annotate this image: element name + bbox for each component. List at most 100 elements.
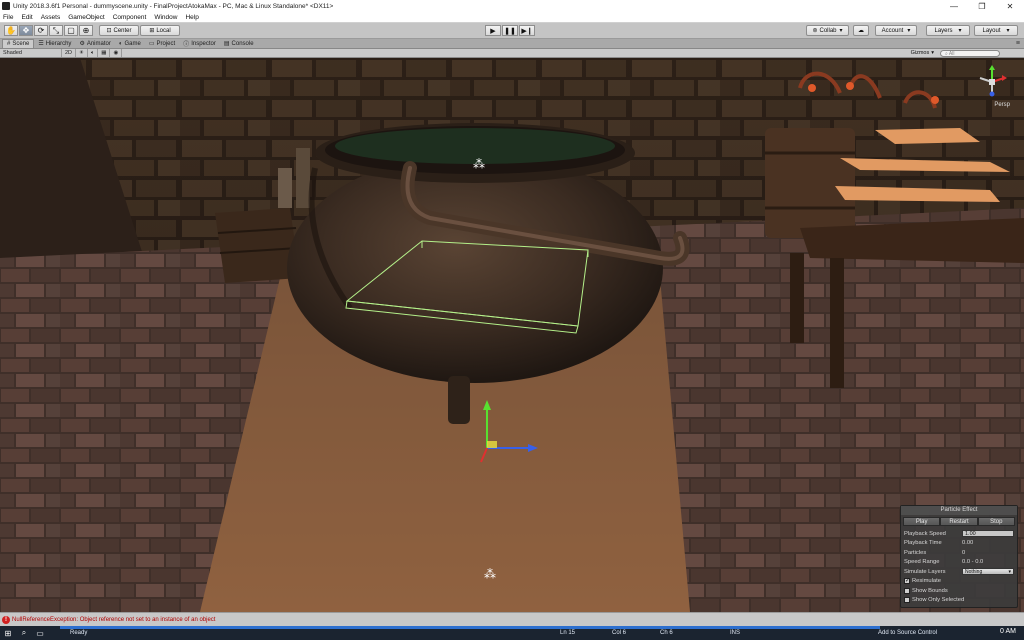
rotate-tool-button[interactable]: ⟳ bbox=[34, 25, 48, 36]
panel-menu-icon[interactable]: ≡ bbox=[1016, 40, 1020, 47]
particle-play-button[interactable]: Play bbox=[903, 517, 941, 526]
toggle-2d-button[interactable]: 2D bbox=[62, 49, 77, 57]
tab-hierarchy[interactable]: ☰ Hierarchy bbox=[34, 39, 75, 48]
playback-speed-field[interactable]: 1.00 bbox=[962, 530, 1014, 538]
menu-gameobject[interactable]: GameObject bbox=[68, 14, 105, 21]
orientation-gizmo[interactable]: Persp bbox=[970, 64, 1010, 108]
simulate-layers-dropdown[interactable]: Nothing bbox=[962, 568, 1014, 576]
pivot-center-toggle[interactable]: ⊡ Center bbox=[99, 25, 139, 36]
task-view-icon: ▭ bbox=[36, 628, 44, 638]
tab-project[interactable]: ▭ Project bbox=[145, 39, 179, 48]
tab-scene[interactable]: # Scene bbox=[2, 39, 35, 48]
tab-inspector[interactable]: ⓘ Inspector bbox=[179, 39, 220, 49]
space-local-toggle[interactable]: ⊞ Local bbox=[140, 25, 180, 36]
task-view-button[interactable]: ▭ bbox=[32, 626, 48, 640]
taskbar-clock: 0 AM bbox=[1000, 628, 1016, 635]
maximize-button[interactable]: ❐ bbox=[968, 0, 996, 12]
window-controls: — ❐ ✕ bbox=[940, 0, 1024, 12]
scene-render: ⁂ ⁂ bbox=[0, 58, 1024, 612]
show-bounds-row[interactable]: Show Bounds bbox=[901, 586, 1017, 596]
simulate-layers-label: Simulate Layers bbox=[904, 568, 946, 575]
particles-label: Particles bbox=[904, 549, 927, 556]
minimize-button[interactable]: — bbox=[940, 0, 968, 12]
shading-mode-dropdown[interactable]: Shaded bbox=[0, 49, 62, 57]
simulate-layers-row: Simulate Layers Nothing bbox=[901, 567, 1017, 577]
tab-animator[interactable]: ⚙ Animator bbox=[75, 39, 114, 48]
svg-text:⁂: ⁂ bbox=[473, 157, 485, 171]
transform-icon: ⊕ bbox=[82, 26, 90, 35]
tab-game[interactable]: ◐ Game bbox=[115, 39, 145, 48]
scale-icon: ⤡ bbox=[52, 25, 60, 35]
projection-label[interactable]: Persp bbox=[994, 102, 1010, 108]
pivot-icon: ⊡ bbox=[106, 28, 112, 34]
rect-tool-button[interactable]: ▢ bbox=[64, 25, 78, 36]
show-only-selected-row[interactable]: Show Only Selected bbox=[901, 596, 1017, 606]
status-ins: INS bbox=[730, 630, 741, 636]
lighting-toggle[interactable]: ☀ bbox=[76, 49, 88, 57]
add-to-source-control[interactable]: Add to Source Control bbox=[878, 630, 937, 636]
chevron-down-icon: ▾ bbox=[931, 50, 934, 56]
particle-restart-button[interactable]: Restart bbox=[940, 517, 978, 526]
layers-label: Layers bbox=[934, 27, 953, 34]
show-only-selected-label: Show Only Selected bbox=[912, 597, 965, 604]
resimulate-row[interactable]: ✓ Resimulate bbox=[901, 577, 1017, 587]
particle-effect-controls: Play Restart Stop bbox=[903, 517, 1015, 526]
console-status-bar[interactable]: ! NullReferenceException: Object referen… bbox=[0, 612, 1024, 626]
particles-value: 0 bbox=[962, 549, 966, 556]
collab-dropdown[interactable]: ⊚ Collab ▾ bbox=[806, 25, 849, 36]
hidden-objects-toggle[interactable]: ◉ bbox=[110, 49, 123, 57]
space-label: Local bbox=[156, 27, 171, 34]
step-button[interactable]: ▶❙ bbox=[519, 25, 535, 36]
windows-start-button[interactable]: ⊞ bbox=[0, 626, 16, 640]
tab-console[interactable]: ▤ Console bbox=[220, 39, 258, 48]
pivot-label: Center bbox=[113, 27, 132, 34]
tab-label: Scene bbox=[12, 41, 30, 47]
move-tool-button[interactable]: ✥ bbox=[19, 25, 33, 36]
close-button[interactable]: ✕ bbox=[996, 0, 1024, 12]
show-only-selected-checkbox[interactable] bbox=[904, 597, 910, 604]
account-dropdown[interactable]: Account ▾ bbox=[875, 25, 917, 36]
window-title: Unity 2018.3.6f1 Personal - dummyscene.u… bbox=[13, 2, 334, 10]
menu-component[interactable]: Component bbox=[113, 14, 147, 21]
hand-tool-button[interactable]: ✋ bbox=[4, 25, 18, 36]
resimulate-checkbox[interactable]: ✓ bbox=[904, 578, 910, 585]
search-icon: ⌕ bbox=[21, 628, 27, 637]
audio-toggle[interactable]: 🔈︎ bbox=[88, 49, 99, 57]
speed-range-row: Speed Range 0.0 - 0.0 bbox=[901, 558, 1017, 568]
pause-button[interactable]: ❚❚ bbox=[502, 25, 518, 36]
sun-icon: ☀ bbox=[79, 50, 84, 56]
layout-dropdown[interactable]: Layout ▾ bbox=[974, 25, 1018, 36]
tab-label: Hierarchy bbox=[45, 40, 72, 47]
menu-assets[interactable]: Assets bbox=[41, 14, 61, 21]
chevron-down-icon: ▾ bbox=[1006, 28, 1010, 34]
window-title-bar: Unity 2018.3.6f1 Personal - dummyscene.u… bbox=[0, 0, 1024, 12]
show-bounds-checkbox[interactable] bbox=[904, 587, 910, 594]
collab-icon: ⊚ bbox=[812, 28, 818, 34]
scene-search-input[interactable]: ⌕ All bbox=[940, 50, 1000, 57]
show-bounds-label: Show Bounds bbox=[912, 587, 948, 594]
play-button[interactable]: ▶ bbox=[485, 25, 501, 36]
scale-tool-button[interactable]: ⤡ bbox=[49, 25, 63, 36]
shading-mode-label: Shaded bbox=[3, 50, 22, 56]
menu-help[interactable]: Help bbox=[185, 14, 198, 21]
cloud-icon: ☁ bbox=[858, 28, 864, 34]
layers-dropdown[interactable]: Layers ▾ bbox=[926, 25, 970, 36]
rect-icon: ▢ bbox=[67, 26, 75, 35]
gizmos-dropdown[interactable]: Gizmos ▾ bbox=[911, 49, 934, 57]
menu-edit[interactable]: Edit bbox=[21, 14, 32, 21]
taskbar-search-button[interactable]: ⌕ bbox=[16, 626, 32, 640]
menu-file[interactable]: File bbox=[3, 14, 13, 21]
mode-2d-label: 2D bbox=[65, 50, 73, 56]
transform-tool-button[interactable]: ⊕ bbox=[79, 25, 93, 36]
effects-toggle[interactable]: ▦ bbox=[98, 49, 111, 57]
status-ready: Ready bbox=[70, 630, 88, 636]
scene-view-options: Shaded 2D ☀ 🔈︎ ▦ ◉ Gizmos ▾ ⌕ All bbox=[0, 49, 1024, 58]
layout-label: Layout bbox=[982, 27, 1001, 34]
menu-window[interactable]: Window bbox=[154, 14, 177, 21]
cloud-button[interactable]: ☁ bbox=[853, 25, 869, 36]
status-line: Ln 15 bbox=[560, 630, 576, 636]
particle-stop-button[interactable]: Stop bbox=[977, 517, 1015, 526]
speed-range-label: Speed Range bbox=[904, 559, 940, 566]
windows-taskbar: ⊞ ⌕ ▭ Ready Ln 15 Col 6 Ch 6 INS Add to … bbox=[0, 626, 1024, 640]
scene-viewport[interactable]: ⁂ ⁂ Persp bbox=[0, 58, 1024, 612]
